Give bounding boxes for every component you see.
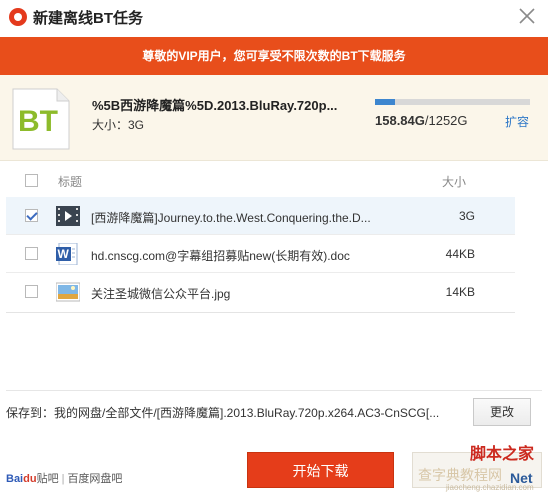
torrent-name: %5B西游降魔篇%5D.2013.BluRay.720p...	[92, 98, 338, 113]
file-row[interactable]: [西游降魔篇]Journey.to.the.West.Conquering.th…	[6, 197, 515, 235]
file-checkbox[interactable]	[25, 247, 38, 260]
baidu-logo-icon	[9, 8, 27, 26]
watermark-chazidian: 查字典教程网	[418, 467, 502, 483]
close-icon[interactable]	[516, 5, 538, 27]
storage-quota-bar	[375, 99, 530, 105]
file-size: 14KB	[445, 285, 475, 299]
bt-file-icon: BT	[9, 87, 73, 151]
baidu-tieba-credit: Baidu贴吧 | 百度网盘吧	[6, 473, 123, 485]
column-size: 大小	[441, 175, 466, 189]
file-row[interactable]: W hd.cnscg.com@字幕组招募贴new(长期有效).doc 44KB	[6, 235, 515, 273]
storage-quota-fill	[375, 99, 395, 105]
word-doc-icon: W	[56, 242, 80, 266]
watermark-jb51: 脚本之家	[470, 446, 535, 463]
title-bar: 新建离线BT任务	[0, 0, 548, 36]
file-name: 关注圣城微信公众平台.jpg	[91, 287, 231, 301]
change-path-button[interactable]: 更改	[473, 398, 531, 426]
divider	[6, 390, 542, 391]
storage-used: 158.84G	[375, 113, 425, 128]
watermark-url: jiaocheng.chazidian.com	[446, 483, 534, 492]
file-list: [西游降魔篇]Journey.to.the.West.Conquering.th…	[6, 197, 515, 313]
file-row[interactable]: 关注圣城微信公众平台.jpg 14KB	[6, 273, 515, 311]
storage-quota-text: 158.84G/1252G	[375, 113, 468, 128]
file-list-header: 标题 大小	[14, 165, 514, 195]
dialog-title: 新建离线BT任务	[33, 10, 143, 27]
file-size: 3G	[458, 209, 475, 223]
column-title: 标题	[58, 175, 83, 189]
file-checkbox[interactable]	[25, 209, 38, 222]
start-download-button[interactable]: 开始下载	[247, 452, 394, 488]
vip-banner: 尊敬的VIP用户，您可享受不限次数的BT下载服务	[0, 37, 548, 75]
select-all-checkbox[interactable]	[25, 174, 38, 187]
file-name: hd.cnscg.com@字幕组招募贴new(长期有效).doc	[91, 249, 350, 263]
torrent-info-panel: BT %5B西游降魔篇%5D.2013.BluRay.720p... 大小：3G…	[0, 75, 548, 161]
file-size: 44KB	[445, 247, 475, 261]
svg-text:W: W	[58, 247, 70, 261]
file-checkbox[interactable]	[25, 285, 38, 298]
save-path: 保存到：我的网盘/全部文件/[西游降魔篇].2013.BluRay.720p.x…	[6, 406, 440, 420]
bt-icon-text: BT	[18, 105, 58, 138]
file-name: [西游降魔篇]Journey.to.the.West.Conquering.th…	[91, 211, 371, 225]
storage-total: /1252G	[424, 113, 468, 128]
image-file-icon	[55, 281, 81, 303]
torrent-size: 大小：3G	[92, 118, 145, 132]
expand-storage-link[interactable]: 扩容	[505, 113, 529, 130]
video-file-icon	[56, 205, 80, 227]
